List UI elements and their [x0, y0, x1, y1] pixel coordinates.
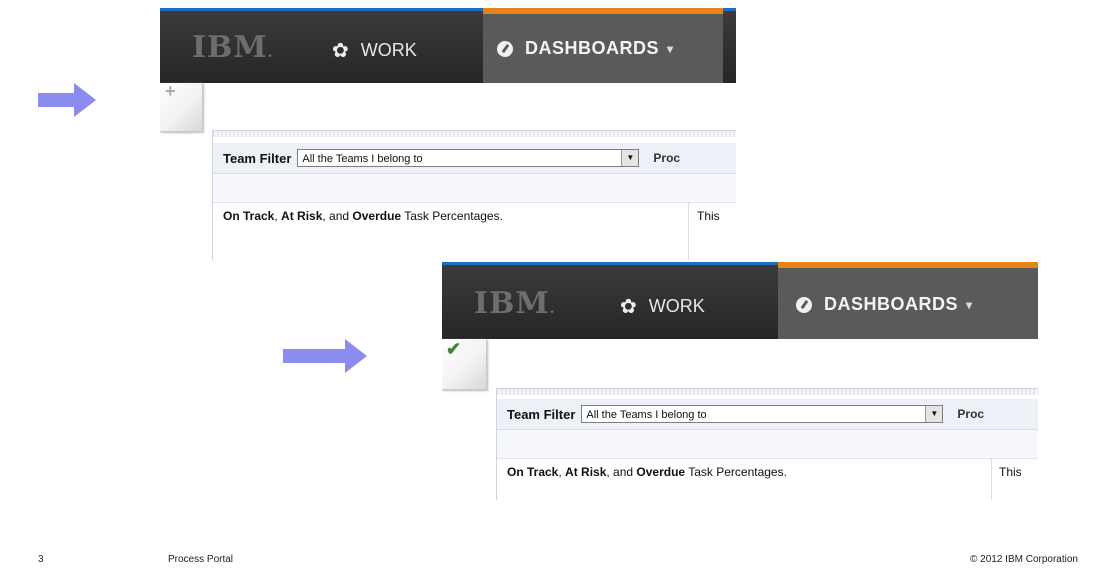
nav-dashboards-tab-2[interactable]: DASHBOARDS ▾ [778, 262, 1038, 339]
team-filter-select-2[interactable]: All the Teams I belong to ▼ [581, 405, 944, 423]
process-heading: Proc [653, 151, 681, 165]
nav-work-tab[interactable]: ✿ WORK [332, 38, 417, 63]
dashboard-gauge-icon-2 [796, 296, 812, 313]
task-percentages-row: On Track, At Risk, and Overdue Task Perc… [213, 203, 736, 260]
team-filter-value: All the Teams I belong to [302, 153, 423, 165]
nav-dashboards-label: DASHBOARDS [525, 38, 660, 58]
nav-dashboards-label-2: DASHBOARDS [824, 294, 959, 314]
process-heading-2: Proc [957, 407, 985, 421]
top-navigation-bar: IBM. ✿ WORK DASHBOARDS ▾ [160, 8, 736, 83]
chevron-down-icon: ▾ [667, 41, 674, 56]
footer-title: Process Portal [168, 554, 234, 565]
team-filter-select[interactable]: All the Teams I belong to ▼ [297, 149, 640, 167]
dropdown-arrow-icon-2[interactable]: ▼ [925, 406, 943, 422]
gear-icon: ✿ [332, 40, 349, 62]
nav-work-label-2: WORK [648, 296, 705, 316]
right-arrow-icon-2 [283, 339, 367, 373]
active-tab-indicator-2 [778, 262, 1038, 268]
team-filter-label-2: Team Filter [507, 406, 576, 422]
team-filter-row: Team Filter All the Teams I belong to ▼ … [213, 143, 736, 174]
dashboard-panel-2: Team Filter All the Teams I belong to ▼ … [496, 388, 1038, 500]
column-divider-2 [991, 459, 992, 500]
screenshot-before: IBM. ✿ WORK DASHBOARDS ▾ + Team Filter A… [160, 8, 736, 260]
team-filter-value-2: All the Teams I belong to [586, 409, 707, 421]
ibm-logo-2: IBM. [474, 286, 556, 321]
task-percentages-row-2: On Track, At Risk, and Overdue Task Perc… [497, 459, 1038, 500]
page-curl-corner-2[interactable]: ✔ [442, 339, 487, 390]
chevron-down-icon-2: ▾ [966, 297, 973, 312]
copyright-notice: © 2012 IBM Corporation [970, 554, 1078, 565]
top-navigation-bar-2: IBM. ✿ WORK DASHBOARDS ▾ [442, 262, 1038, 339]
slide-number: 3 [38, 554, 44, 565]
screenshot-after: IBM. ✿ WORK DASHBOARDS ▾ ✔ Team Filter A… [442, 262, 1038, 500]
page-curl-corner[interactable]: + [160, 81, 203, 132]
plus-icon: + [165, 81, 176, 101]
dashboard-gauge-icon [497, 40, 513, 57]
nav-dashboards-tab[interactable]: DASHBOARDS ▾ [483, 8, 723, 83]
dropdown-arrow-icon[interactable]: ▼ [621, 150, 639, 166]
task-percentages-heading: On Track, At Risk, and Overdue Task Perc… [223, 209, 503, 223]
active-tab-indicator [483, 8, 723, 14]
task-percentages-heading-2: On Track, At Risk, and Overdue Task Perc… [507, 465, 787, 479]
gear-icon-2: ✿ [620, 296, 637, 318]
team-filter-row-2: Team Filter All the Teams I belong to ▼ … [497, 399, 1038, 430]
right-column-text-2: This [999, 465, 1022, 479]
right-arrow-icon [38, 83, 96, 117]
dashboard-panel: Team Filter All the Teams I belong to ▼ … [212, 130, 736, 260]
checkmark-icon: ✔ [446, 339, 462, 359]
nav-work-label: WORK [360, 40, 417, 60]
panel-header-strip [213, 131, 736, 137]
ibm-logo: IBM. [192, 30, 274, 65]
blank-row-2 [497, 430, 1038, 459]
panel-header-strip-2 [497, 389, 1038, 395]
nav-work-tab-2[interactable]: ✿ WORK [620, 294, 705, 319]
team-filter-label: Team Filter [223, 150, 292, 166]
right-column-text: This [697, 209, 720, 223]
column-divider [688, 203, 689, 260]
blank-row [213, 174, 736, 203]
